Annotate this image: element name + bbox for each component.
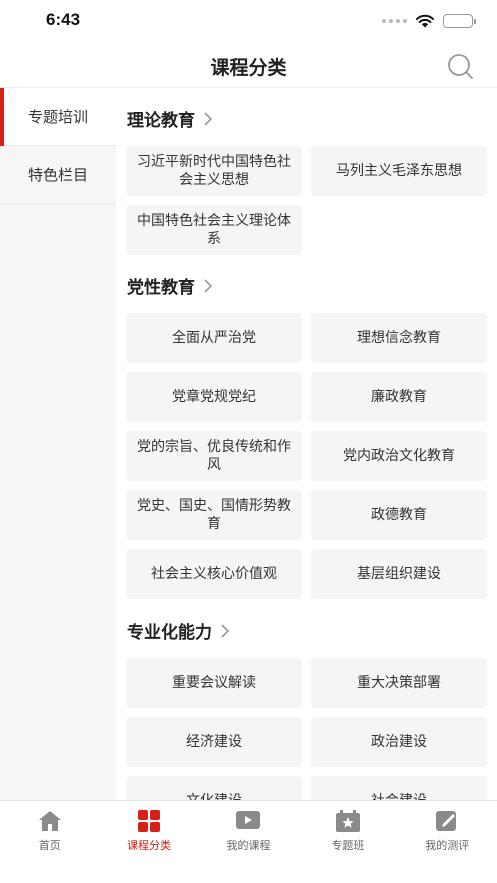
course-card[interactable]: 党史、国史、国情形势教育 [126,490,302,540]
tab-category[interactable]: 课程分类 [99,801,198,883]
course-card[interactable]: 政治建设 [311,717,487,767]
status-icons [382,14,476,28]
battery-icon [443,14,476,28]
tab-my-assessment[interactable]: 我的测评 [398,801,497,883]
course-card[interactable]: 廉政教育 [311,372,487,422]
tab-label: 课程分类 [127,839,172,852]
wifi-icon [416,14,434,28]
section-header-professional[interactable]: 专业化能力 [127,618,230,643]
sidebar-item-label: 特色栏目 [27,166,88,184]
home-icon [38,811,61,831]
section-header-party-spirit[interactable]: 党性教育 [127,273,213,298]
tab-label: 我的课程 [226,839,271,852]
section-title: 理论教育 [127,111,195,131]
page-title: 课程分类 [210,57,287,79]
signal-icon [382,19,407,23]
chevron-right-icon [204,111,213,126]
sidebar-item-featured-columns[interactable]: 特色栏目 [0,146,116,204]
course-card[interactable]: 党章党规党纪 [126,372,302,422]
section-header-theory[interactable]: 理论教育 [127,106,213,131]
section-title: 党性教育 [127,278,195,298]
sidebar-item-special-training[interactable]: 专题培训 [0,88,116,146]
course-card[interactable]: 党的宗旨、优良传统和作风 [126,431,302,481]
course-card[interactable]: 马列主义毛泽东思想 [311,146,487,196]
edit-icon [436,811,457,831]
section-title: 专业化能力 [127,623,212,643]
chevron-right-icon [221,623,230,638]
course-card[interactable]: 重大决策部署 [311,658,487,708]
sidebar-item-label: 专题培训 [27,108,88,126]
course-card[interactable]: 文化建设 [126,776,302,800]
tab-home[interactable]: 首页 [0,801,99,883]
course-card[interactable]: 社会主义核心价值观 [126,549,302,599]
course-card[interactable]: 政德教育 [311,490,487,540]
tab-label: 我的测评 [425,839,470,852]
tab-label: 首页 [38,839,61,852]
tab-label: 专题班 [331,839,365,852]
category-icon [138,810,161,832]
search-icon[interactable] [445,51,475,81]
course-card[interactable]: 社会建设 [311,776,487,800]
category-content: 理论教育 习近平新时代中国特色社会主义思想 马列主义毛泽东思想 中国特色社会主义… [116,88,497,800]
course-card[interactable]: 全面从严治党 [126,313,302,363]
tab-special-class[interactable]: 专题班 [298,801,397,883]
course-card[interactable]: 理想信念教育 [311,313,487,363]
chevron-right-icon [204,278,213,293]
category-sidebar: 专题培训 特色栏目 [0,88,116,800]
course-card[interactable]: 中国特色社会主义理论体系 [126,205,302,255]
course-card[interactable]: 经济建设 [126,717,302,767]
nav-header: 课程分类 [0,44,497,88]
tab-my-courses[interactable]: 我的课程 [199,801,298,883]
course-card[interactable]: 基层组织建设 [311,549,487,599]
status-bar: 6:43 [0,0,497,44]
course-card[interactable]: 重要会议解读 [126,658,302,708]
status-time: 6:43 [46,10,81,29]
bottom-tab-bar: 首页 课程分类 我的课程 专题班 我的测评 [0,800,497,883]
play-icon [236,811,261,829]
course-card[interactable]: 习近平新时代中国特色社会主义思想 [126,146,302,196]
course-card[interactable]: 党内政治文化教育 [311,431,487,481]
star-board-icon [335,810,360,832]
